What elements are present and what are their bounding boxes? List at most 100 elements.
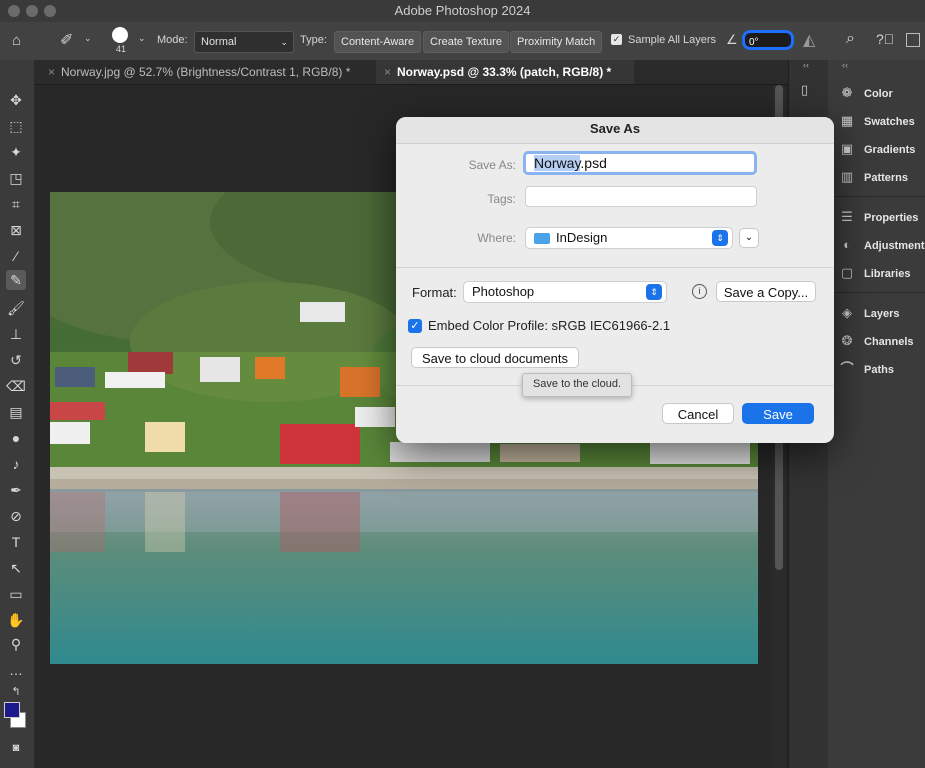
where-select[interactable]: InDesign ⇕ (525, 227, 733, 249)
libraries-icon: ▢ (840, 265, 854, 280)
channels-icon: ❂ (841, 333, 853, 348)
crop-tool-icon[interactable]: ⌗ (6, 194, 26, 214)
more-tools-icon[interactable]: … (6, 660, 26, 680)
panel-swatches[interactable]: ▦ Swatches (838, 111, 915, 131)
format-label: Format: (412, 285, 457, 300)
home-icon[interactable]: ⌂ (12, 32, 21, 49)
object-select-tool-icon[interactable]: ◳ (6, 168, 26, 188)
filename-selected-text: Norway (534, 155, 581, 171)
panel-divider (828, 292, 925, 293)
panel-libraries[interactable]: ▢ Libraries (838, 263, 911, 283)
panel-patterns[interactable]: ▥ Patterns (838, 167, 908, 187)
dodge-tool-icon[interactable]: ♪ (6, 454, 26, 474)
info-icon[interactable]: i (692, 284, 707, 299)
type-create-texture-button[interactable]: Create Texture (423, 31, 509, 53)
panel-label: Patterns (864, 172, 909, 184)
close-tab-icon[interactable]: × (384, 65, 391, 79)
dialog-title: Save As (589, 121, 641, 136)
pen-tool-icon[interactable]: ✒ (6, 480, 26, 500)
foreground-color-swatch[interactable] (4, 702, 20, 718)
zoom-tool-icon[interactable]: ⚲ (6, 634, 26, 654)
swap-colors-icon[interactable]: ↰ (6, 682, 26, 702)
cloud-tooltip: Save to the cloud. (522, 373, 632, 397)
collapse-panels-icon[interactable]: ‹‹ (842, 60, 848, 70)
blur-tool-icon[interactable]: ● (6, 428, 26, 448)
move-tool-icon[interactable]: ✥ (6, 90, 26, 110)
options-bar: ⌂ ✐ ⌄ 41 ⌄ Mode: Normal ⌄ Type: Content-… (0, 22, 925, 61)
history-brush-tool-icon[interactable]: ↺ (6, 350, 26, 370)
panel-label: Libraries (864, 268, 911, 280)
stamp-tool-icon[interactable]: ⊥ (6, 324, 26, 344)
tab-norway-psd[interactable]: × Norway.psd @ 33.3% (patch, RGB/8) * (376, 60, 634, 84)
tags-label: Tags: (487, 192, 516, 206)
panel-label: Channels (864, 336, 914, 348)
document-tabbar: × Norway.jpg @ 52.7% (Brightness/Contrast… (0, 60, 790, 85)
window-title: Adobe Photoshop 2024 (394, 3, 531, 18)
save-to-cloud-button[interactable]: Save to cloud documents (411, 347, 579, 368)
expand-browser-button[interactable]: ⌄ (739, 228, 759, 248)
format-select[interactable]: Photoshop ⇕ (463, 281, 667, 303)
paths-icon: ⌒ (840, 361, 854, 376)
where-label: Where: (477, 231, 516, 245)
search-icon[interactable]: ⌕ (846, 30, 855, 48)
patch-tool-icon[interactable]: ✐ (60, 30, 73, 50)
sample-all-layers-label: Sample All Layers (628, 34, 717, 46)
format-value: Photoshop (472, 284, 535, 299)
panel-channels[interactable]: ❂ Channels (838, 331, 914, 351)
panel-properties[interactable]: ☰ Properties (838, 207, 918, 227)
panel-label: Adjustments (864, 240, 925, 252)
healing-tool-icon[interactable]: ✎ (6, 270, 26, 290)
close-tab-icon[interactable]: × (48, 65, 55, 79)
embed-profile-label: Embed Color Profile: sRGB IEC61966-2.1 (428, 318, 671, 333)
eraser-tool-icon[interactable]: ⌫ (6, 376, 26, 396)
tools-panel: ✥ ⬚ ✦ ◳ ⌗ ⊠ ⁄ ✎ 🖌 ⊥ ↺ ⌫ ▤ ● ♪ ✒ ⊘ T ↖ ▭ … (0, 60, 35, 768)
tags-input[interactable] (525, 186, 757, 207)
tab-norway-jpg[interactable]: × Norway.jpg @ 52.7% (Brightness/Contrast… (40, 60, 378, 84)
frame-tool-icon[interactable]: ⊠ (6, 220, 26, 240)
pressure-icon[interactable]: ◭ (803, 30, 815, 50)
tool-preset-chevron-icon[interactable]: ⌄ (84, 33, 92, 44)
hand-tool-icon[interactable]: ✋ (6, 610, 26, 630)
eyedropper-tool-icon[interactable]: ⁄ (6, 246, 26, 266)
type-proximity-match-button[interactable]: Proximity Match (510, 31, 603, 53)
panel-label: Layers (864, 308, 900, 320)
panel-gradients[interactable]: ▣ Gradients (838, 139, 916, 159)
mode-label: Mode: (157, 34, 188, 46)
shape-tool-icon[interactable]: ▭ (6, 584, 26, 604)
type-label: Type: (300, 34, 327, 46)
where-value: InDesign (556, 230, 608, 245)
workspace-icon[interactable] (906, 33, 920, 47)
panel-paths[interactable]: ⌒ Paths (838, 359, 894, 379)
mode-select[interactable]: Normal ⌄ (194, 31, 294, 53)
path-select-tool-icon[interactable]: ↖ (6, 558, 26, 578)
type-content-aware-button[interactable]: Content-Aware (334, 31, 422, 53)
curvature-pen-icon[interactable]: ⊘ (6, 506, 26, 526)
save-button[interactable]: Save (742, 403, 814, 424)
save-a-copy-button[interactable]: Save a Copy... (716, 281, 816, 302)
brush-tool-icon[interactable]: 🖌 (6, 298, 26, 318)
panel-label: Properties (864, 212, 919, 224)
panel-adjustments[interactable]: ◐ Adjustments (838, 235, 925, 255)
dialog-divider (396, 267, 834, 268)
marquee-tool-icon[interactable]: ⬚ (6, 116, 26, 136)
panel-color[interactable]: ❁ Color (838, 83, 893, 103)
filename-input[interactable]: Norway.psd (523, 151, 757, 175)
tab-label: Norway.jpg @ 52.7% (Brightness/Contrast … (61, 65, 351, 79)
help-icon[interactable]: ?⃝ (876, 31, 894, 47)
brush-picker-chevron-icon[interactable]: ⌄ (138, 33, 146, 44)
history-panel-icon[interactable]: ▯ (801, 82, 808, 98)
cancel-button[interactable]: Cancel (662, 403, 734, 424)
embed-profile-checkbox[interactable]: ✓ (408, 319, 422, 333)
quick-mask-icon[interactable]: ◙ (6, 738, 26, 758)
panel-layers[interactable]: ◈ Layers (838, 303, 899, 323)
lasso-tool-icon[interactable]: ✦ (6, 142, 26, 162)
gradient-tool-icon[interactable]: ▤ (6, 402, 26, 422)
folder-icon (534, 233, 550, 244)
angle-input[interactable]: 0° (742, 30, 794, 50)
brush-preview-icon[interactable] (112, 27, 128, 43)
panel-label: Paths (864, 364, 894, 376)
angle-icon: ∠ (726, 32, 738, 47)
collapse-panels-icon[interactable]: ‹‹ (803, 60, 809, 70)
type-tool-icon[interactable]: T (6, 532, 26, 552)
sample-all-layers-checkbox[interactable]: ✓ (611, 34, 622, 45)
